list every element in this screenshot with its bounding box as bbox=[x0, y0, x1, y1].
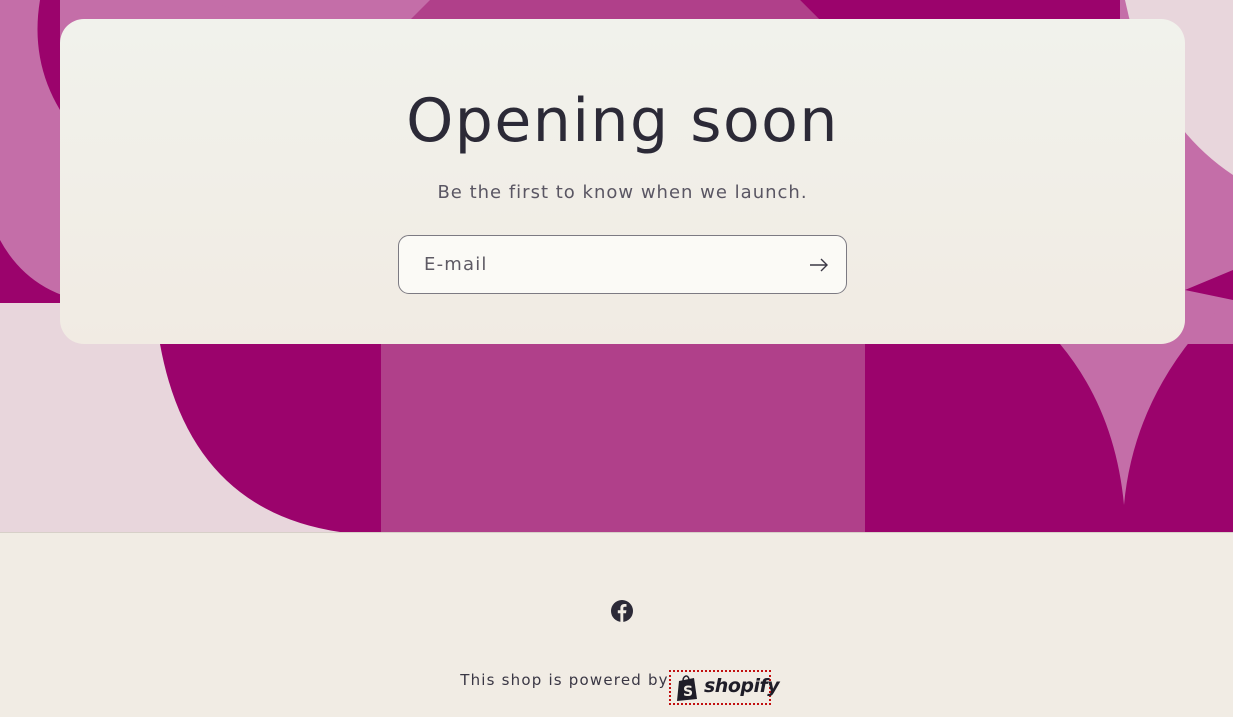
facebook-link[interactable] bbox=[610, 599, 634, 623]
shopify-link[interactable]: S shopify bbox=[669, 670, 780, 705]
page-subtitle: Be the first to know when we launch. bbox=[437, 182, 808, 203]
powered-by-label: This shop is powered by bbox=[460, 671, 669, 689]
arrow-right-icon bbox=[810, 258, 828, 272]
hero-background: Opening soon Be the first to know when w… bbox=[0, 0, 1233, 532]
subscribe-button[interactable] bbox=[798, 244, 840, 286]
shopify-logo-text: shopify bbox=[704, 675, 780, 697]
signup-card: Opening soon Be the first to know when w… bbox=[60, 19, 1185, 344]
footer: This shop is powered by S shopify bbox=[0, 532, 1233, 717]
svg-text:S: S bbox=[683, 684, 693, 700]
shopify-bag-icon: S bbox=[677, 675, 697, 701]
email-input[interactable] bbox=[399, 236, 789, 293]
page-title: Opening soon bbox=[406, 86, 839, 156]
facebook-icon bbox=[611, 600, 633, 622]
email-signup-form bbox=[398, 235, 847, 294]
powered-by-text: This shop is powered by bbox=[0, 671, 1233, 689]
